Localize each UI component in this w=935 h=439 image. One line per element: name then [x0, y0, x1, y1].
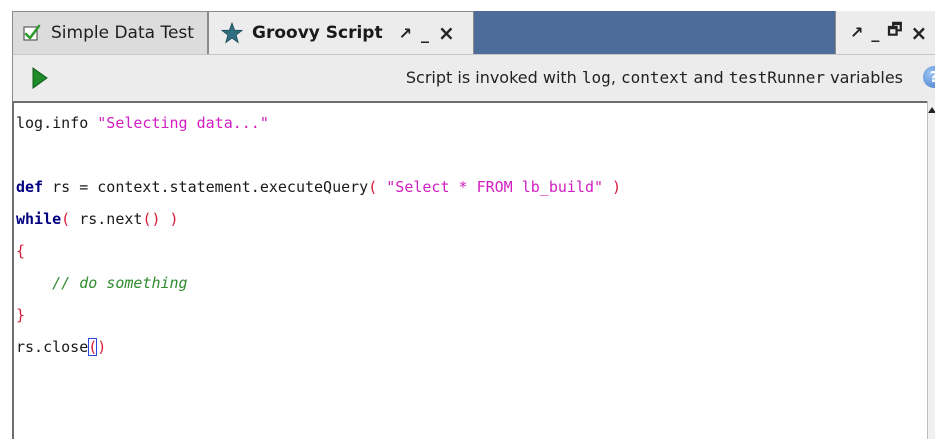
restore-icon[interactable]: 🗗 [887, 19, 902, 46]
close-icon[interactable]: × [438, 21, 455, 45]
checkbox-check-icon [23, 24, 41, 42]
help-icon[interactable]: ? [923, 66, 935, 88]
code-keyword: def [16, 178, 44, 196]
info-var-context: context [620, 68, 689, 87]
run-icon [32, 67, 48, 89]
code-paren: ( [368, 178, 378, 196]
info-suffix: variables [825, 68, 903, 87]
code-paren: ) [169, 210, 179, 228]
code-comment: // do something [52, 274, 188, 292]
tab-controls: ↗ _ × [399, 21, 455, 45]
tab-simple-data-test[interactable]: Simple Data Test [12, 11, 208, 54]
bracket-match-close: ) [97, 338, 107, 356]
tab-groovy-script-label: Groovy Script [252, 23, 383, 43]
code-text: rs.next [70, 210, 143, 228]
bracket-match-open: ( [88, 338, 98, 356]
info-sep1: , [610, 68, 621, 87]
code-text: log.info [16, 114, 98, 132]
tab-strip: Simple Data Test Groovy Script ↗ _ × ↗ _… [0, 0, 935, 55]
info-var-testrunner: testRunner [728, 68, 826, 87]
code-line-3: def rs = context.statement.executeQuery(… [16, 171, 621, 203]
code-text: rs = context.statement.executeQuery [43, 178, 369, 196]
code-paren: () [142, 210, 161, 228]
run-button[interactable] [29, 66, 51, 90]
info-prefix: Script is invoked with [405, 68, 582, 87]
script-variables-info: Script is invoked with log, context and … [406, 68, 903, 87]
code-line-8: rs.close() [16, 331, 621, 363]
code-line-1: log.info "Selecting data..." [16, 107, 621, 139]
code-brace: { [16, 242, 26, 260]
code-keyword: while [16, 210, 62, 228]
script-editor[interactable]: log.info "Selecting data..." def rs = co… [12, 101, 927, 439]
close-icon[interactable]: × [910, 21, 927, 45]
scroll-up-arrow-icon[interactable] [928, 107, 935, 113]
code-paren: ( [61, 210, 71, 228]
info-sep2: and [688, 68, 729, 87]
script-toolbar: Script is invoked with log, context and … [12, 54, 935, 101]
minimize-icon[interactable]: _ [871, 23, 879, 42]
code-line-6: // do something [16, 267, 621, 299]
vertical-scrollbar[interactable] [927, 101, 935, 439]
star-icon [220, 21, 244, 44]
minimize-icon[interactable]: _ [421, 24, 429, 43]
code-line-5: { [16, 235, 621, 267]
code-text: rs.close [16, 338, 89, 356]
code-line-7: } [16, 299, 621, 331]
code-string: "Selecting data..." [97, 114, 269, 132]
code-line-4: while( rs.next() ) [16, 203, 621, 235]
code-string: "Select * FROM lb_build" [386, 178, 604, 196]
pin-icon[interactable]: ↗ [850, 23, 863, 42]
tab-simple-data-test-label: Simple Data Test [51, 23, 194, 43]
info-var-log: log [581, 68, 611, 87]
code-paren: ) [612, 178, 622, 196]
code-area[interactable]: log.info "Selecting data..." def rs = co… [14, 107, 621, 363]
tab-groovy-script[interactable]: Groovy Script ↗ _ × [208, 11, 474, 54]
window-controls: ↗ _ 🗗 × [835, 11, 935, 54]
pin-icon[interactable]: ↗ [399, 24, 412, 43]
code-brace: } [16, 306, 26, 324]
